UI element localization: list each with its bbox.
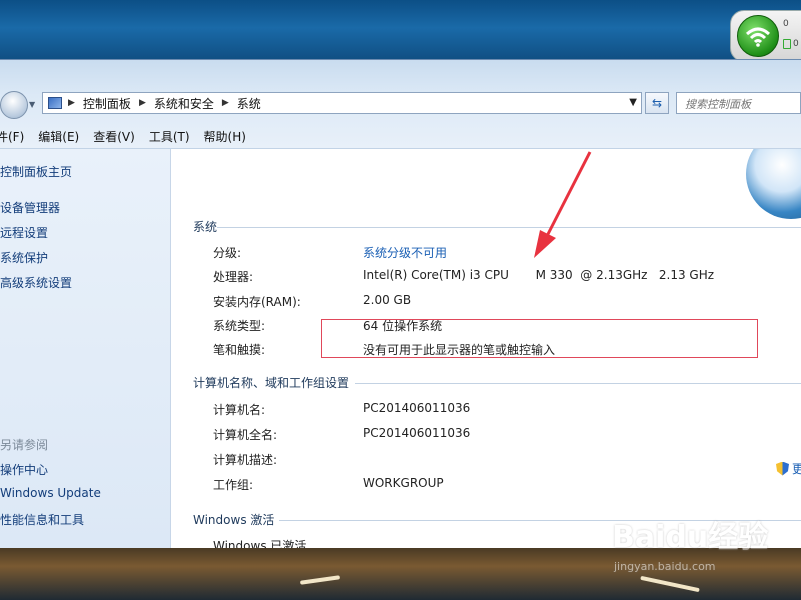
ram-label: 安装内存(RAM): xyxy=(213,295,301,309)
nav-system-protection[interactable]: 系统保护 xyxy=(0,249,48,266)
nav-performance-tools[interactable]: 性能信息和工具 xyxy=(0,511,84,528)
battery-icon xyxy=(783,39,791,49)
watermark-url: jingyan.baidu.com xyxy=(614,560,716,573)
system-content: 系统 分级: 系统分级不可用 处理器: Intel(R) Core(TM) i3… xyxy=(171,149,801,550)
watermark-main: Baidu经验 xyxy=(612,520,769,555)
change-settings-label[interactable]: 更 xyxy=(792,460,801,477)
search-input[interactable] xyxy=(685,95,795,114)
section-activation-title: Windows 激活 xyxy=(193,513,275,527)
section-system-title: 系统 xyxy=(193,220,218,234)
processor-label: 处理器: xyxy=(213,270,254,284)
rating-link[interactable]: 系统分级不可用 xyxy=(363,244,447,261)
nav-advanced-settings[interactable]: 高级系统设置 xyxy=(0,274,72,291)
breadcrumb-system[interactable]: 系统 xyxy=(237,95,261,112)
upload-rate: 0 xyxy=(783,19,789,29)
computer-fullname-value: PC201406011036 xyxy=(363,426,471,440)
network-gadget[interactable]: 0 0 xyxy=(730,10,801,62)
section-computer-title: 计算机名称、域和工作组设置 xyxy=(193,376,350,390)
window-chrome: ▼ ▶ 控制面板 ▶ 系统和安全 ▶ 系统 ▼ ⇆ 件(F) 编辑(E) 查看(… xyxy=(0,60,801,149)
see-also-header: 另请参阅 xyxy=(0,438,49,452)
computer-description-label: 计算机描述: xyxy=(213,453,278,467)
section-divider xyxy=(217,227,801,228)
download-rate: 0 xyxy=(793,39,799,49)
menu-file[interactable]: 件(F) xyxy=(0,128,24,145)
chevron-right-icon[interactable]: ▶ xyxy=(222,98,229,108)
menu-view[interactable]: 查看(V) xyxy=(93,128,135,145)
uac-shield-icon xyxy=(776,461,789,476)
chevron-right-icon[interactable]: ▶ xyxy=(68,98,75,108)
processor-value: Intel(R) Core(TM) i3 CPU M 330 @ 2.13GHz… xyxy=(363,268,715,282)
menu-help[interactable]: 帮助(H) xyxy=(204,128,246,145)
processor-highlight-box xyxy=(321,319,758,358)
nav-action-center[interactable]: 操作中心 xyxy=(0,461,48,478)
change-settings-link[interactable]: 更 xyxy=(776,460,801,477)
menu-tools[interactable]: 工具(T) xyxy=(149,128,190,145)
pen-touch-label: 笔和触摸: xyxy=(213,343,266,357)
nav-control-panel-home[interactable]: 控制面板主页 xyxy=(0,163,72,180)
navigation-pane: 控制面板主页 设备管理器 远程设置 系统保护 高级系统设置 另请参阅 操作中心 … xyxy=(0,149,171,550)
back-button[interactable] xyxy=(0,91,28,119)
address-bar[interactable]: ▶ 控制面板 ▶ 系统和安全 ▶ 系统 ▼ xyxy=(42,92,642,114)
history-dropdown-icon[interactable]: ▼ xyxy=(29,100,35,109)
ram-value: 2.00 GB xyxy=(363,293,412,307)
computer-name-value: PC201406011036 xyxy=(363,401,471,415)
computer-name-label: 计算机名: xyxy=(213,403,266,417)
computer-fullname-label: 计算机全名: xyxy=(213,428,278,442)
workgroup-value: WORKGROUP xyxy=(363,476,444,490)
menu-edit[interactable]: 编辑(E) xyxy=(38,128,79,145)
control-panel-icon xyxy=(48,97,62,109)
breadcrumb-control-panel[interactable]: 控制面板 xyxy=(83,95,131,112)
workgroup-label: 工作组: xyxy=(213,478,254,492)
system-window: ▼ ▶ 控制面板 ▶ 系统和安全 ▶ 系统 ▼ ⇆ 件(F) 编辑(E) 查看(… xyxy=(0,60,801,550)
rating-label: 分级: xyxy=(213,246,242,260)
breadcrumb-system-security[interactable]: 系统和安全 xyxy=(154,95,214,112)
address-dropdown-icon[interactable]: ▼ xyxy=(629,97,637,108)
menu-bar: 件(F) 编辑(E) 查看(V) 工具(T) 帮助(H) xyxy=(0,124,801,149)
system-type-label: 系统类型: xyxy=(213,319,266,333)
wifi-icon xyxy=(737,15,779,57)
refresh-button[interactable]: ⇆ xyxy=(645,92,669,114)
section-divider xyxy=(355,383,801,384)
windows-logo-icon xyxy=(746,149,801,219)
nav-windows-update[interactable]: Windows Update xyxy=(0,486,101,500)
desktop-background xyxy=(0,0,801,62)
nav-remote-settings[interactable]: 远程设置 xyxy=(0,224,48,241)
nav-device-manager[interactable]: 设备管理器 xyxy=(0,199,60,216)
chevron-right-icon[interactable]: ▶ xyxy=(139,98,146,108)
baidu-watermark: Baidu经验 jingyan.baidu.com xyxy=(612,512,792,582)
search-box[interactable] xyxy=(676,92,801,114)
